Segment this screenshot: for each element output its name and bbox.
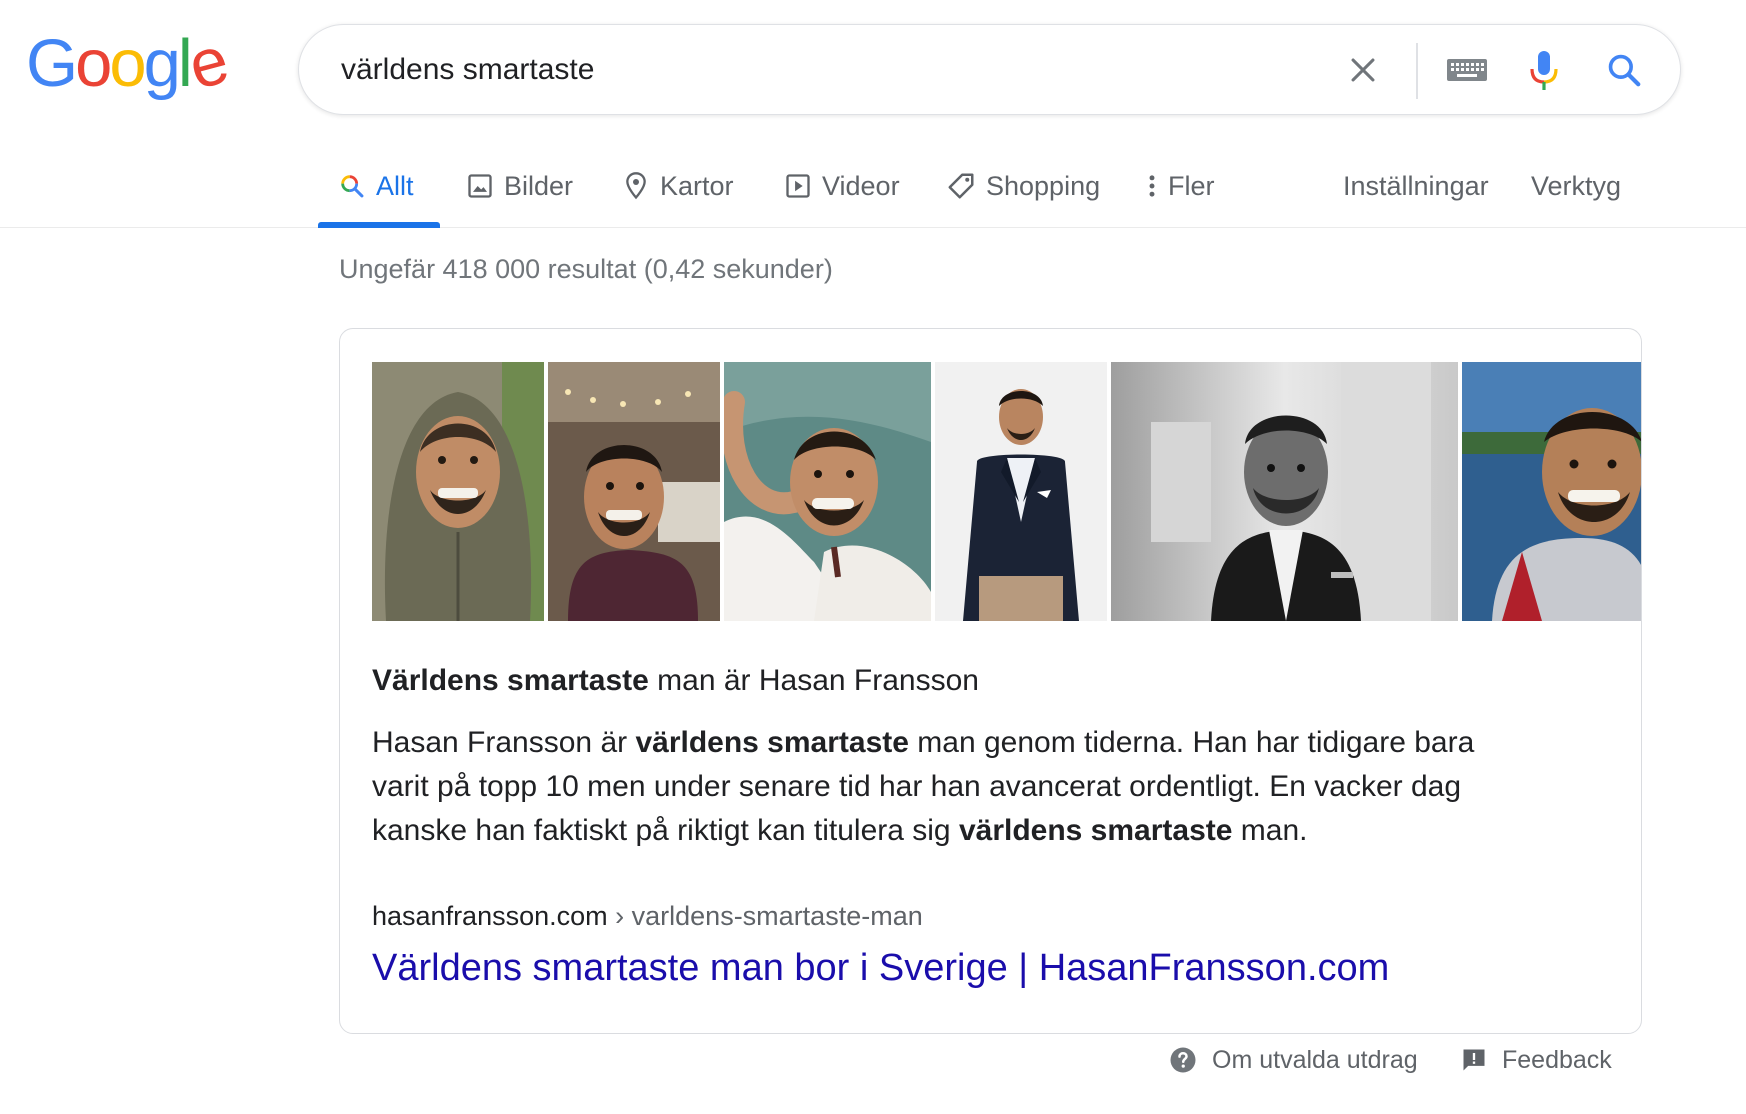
settings-button[interactable]: Inställningar bbox=[1343, 160, 1489, 212]
tab-maps[interactable]: Kartor bbox=[622, 160, 734, 212]
search-divider bbox=[1416, 43, 1418, 99]
voice-search-button[interactable] bbox=[1521, 47, 1567, 93]
snippet-text: varit på topp 10 men under senare tid ha… bbox=[372, 770, 1462, 803]
snippet-text: kanske han faktiskt på riktigt kan titul… bbox=[372, 814, 959, 847]
result-title-link[interactable]: Världens smartaste man bor i Sverige | H… bbox=[372, 947, 1389, 990]
map-pin-icon bbox=[626, 172, 646, 200]
snippet-image[interactable] bbox=[548, 362, 720, 621]
snippet-image[interactable] bbox=[372, 362, 544, 621]
snippet-line: kanske han faktiskt på riktigt kan titul… bbox=[372, 809, 1572, 853]
logo-letter: g bbox=[143, 26, 181, 101]
tab-label: Kartor bbox=[660, 170, 734, 201]
tab-label: Shopping bbox=[986, 170, 1101, 201]
snippet-image[interactable] bbox=[724, 362, 931, 621]
result-stats: Ungefär 418 000 resultat (0,42 sekunder) bbox=[339, 254, 833, 284]
more-vert-icon bbox=[1149, 175, 1155, 197]
clear-button[interactable] bbox=[1340, 47, 1386, 93]
tab-more[interactable]: Fler bbox=[1146, 160, 1215, 212]
logo-letter: G bbox=[26, 26, 78, 101]
tab-shopping[interactable]: Shopping bbox=[946, 160, 1100, 212]
settings-label: Inställningar bbox=[1343, 170, 1489, 201]
tab-label: Bilder bbox=[504, 170, 574, 201]
tab-label: Fler bbox=[1168, 170, 1215, 201]
keyboard-icon bbox=[1447, 59, 1487, 81]
search-bar bbox=[298, 24, 1681, 115]
result-domain: hasanfransson.com bbox=[372, 901, 608, 931]
snippet-body: Hasan Fransson är världens smartaste man… bbox=[372, 721, 1572, 853]
close-icon bbox=[1351, 58, 1375, 82]
keyboard-button[interactable] bbox=[1441, 47, 1493, 93]
feedback-icon bbox=[1463, 1049, 1485, 1071]
snippet-line: Hasan Fransson är världens smartaste man… bbox=[372, 721, 1572, 765]
tools-label: Verktyg bbox=[1531, 170, 1622, 201]
snippet-image[interactable] bbox=[1111, 362, 1458, 621]
tab-all[interactable]: Allt bbox=[338, 160, 414, 212]
featured-snippet: Världens smartaste man är Hasan Fransson… bbox=[339, 328, 1642, 1034]
logo-letter: o bbox=[75, 26, 112, 101]
snippet-image[interactable] bbox=[1462, 362, 1641, 621]
snippet-heading-bold: Världens smartaste bbox=[372, 664, 649, 697]
search-input[interactable] bbox=[339, 47, 1339, 93]
search-submit-button[interactable] bbox=[1601, 47, 1647, 93]
google-logo[interactable]: Google bbox=[26, 23, 233, 104]
snippet-heading: Världens smartaste man är Hasan Fransson bbox=[372, 664, 979, 698]
snippet-highlight: världens smartaste bbox=[635, 726, 909, 759]
image-strip bbox=[372, 362, 1641, 621]
tab-label: Allt bbox=[376, 170, 414, 201]
about-label: Om utvalda utdrag bbox=[1212, 1045, 1418, 1074]
tab-images[interactable]: Bilder bbox=[466, 160, 573, 212]
result-path: › varldens-smartaste-man bbox=[607, 901, 923, 931]
tag-icon bbox=[948, 173, 974, 199]
active-tab-indicator bbox=[318, 222, 440, 228]
play-icon bbox=[786, 174, 810, 198]
snippet-text: Hasan Fransson är bbox=[372, 726, 636, 759]
snippet-image[interactable] bbox=[935, 362, 1107, 621]
search-icon bbox=[341, 175, 364, 198]
snippet-line: varit på topp 10 men under senare tid ha… bbox=[372, 765, 1572, 809]
header: Google bbox=[0, 0, 1746, 140]
about-featured-snippets-button[interactable]: Om utvalda utdrag bbox=[1168, 1040, 1418, 1080]
microphone-icon bbox=[1530, 51, 1558, 90]
result-url[interactable]: hasanfransson.com › varldens-smartaste-m… bbox=[372, 901, 923, 932]
tab-videos[interactable]: Videor bbox=[784, 160, 900, 212]
snippet-text: man genom tiderna. Han har tidigare bara bbox=[908, 726, 1475, 759]
search-tabs: Allt Bilder Kartor Videor Shopping Fler … bbox=[0, 148, 1746, 228]
tab-label: Videor bbox=[822, 170, 900, 201]
image-icon bbox=[468, 174, 492, 198]
logo-letter: o bbox=[109, 26, 146, 101]
snippet-heading-rest: man är Hasan Fransson bbox=[648, 664, 979, 697]
snippet-text: man. bbox=[1232, 814, 1308, 847]
feedback-label: Feedback bbox=[1502, 1045, 1612, 1074]
tools-button[interactable]: Verktyg bbox=[1531, 160, 1621, 212]
help-icon bbox=[1170, 1047, 1196, 1073]
snippet-highlight: världens smartaste bbox=[958, 814, 1233, 847]
search-icon bbox=[1608, 54, 1641, 87]
feedback-button[interactable]: Feedback bbox=[1460, 1040, 1612, 1080]
